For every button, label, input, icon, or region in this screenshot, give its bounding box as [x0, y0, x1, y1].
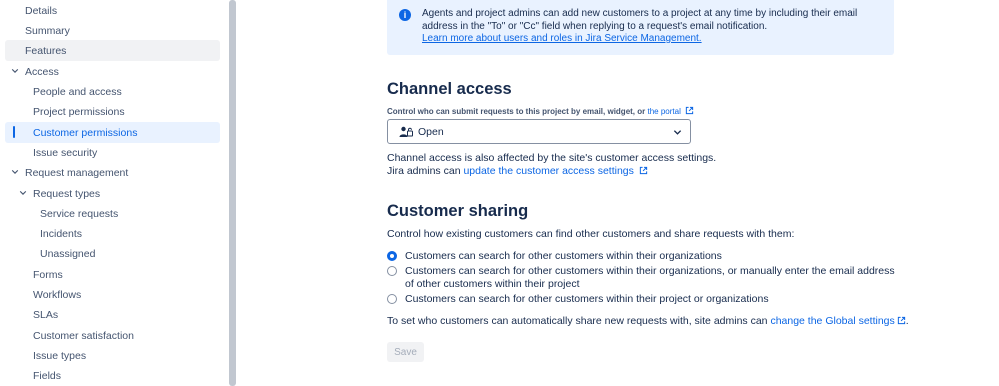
sidebar-item-slas[interactable]: SLAs: [5, 304, 220, 325]
info-icon: i: [399, 9, 411, 21]
sidebar-item-label: Request types: [33, 187, 101, 200]
info-banner: i Agents and project admins can add new …: [387, 0, 894, 55]
sidebar-scrollbar[interactable]: [229, 0, 236, 386]
learn-more-link[interactable]: Learn more about users and roles in Jira…: [422, 33, 702, 44]
sidebar-item-label: Access: [25, 65, 59, 78]
sidebar-item-label: Features: [25, 44, 67, 57]
sidebar-item-label: Unassigned: [40, 247, 96, 260]
global-settings-note: To set who customers can automatically s…: [387, 315, 909, 328]
radio-label: Customers can search for other customers…: [405, 250, 722, 262]
chevron-down-icon[interactable]: [10, 167, 20, 177]
external-link-icon: [685, 106, 694, 115]
sidebar-item-label: Issue security: [33, 146, 98, 159]
update-access-settings-link[interactable]: update the customer access settings: [463, 165, 633, 177]
channel-helper-text: Control who can submit requests to this …: [387, 107, 646, 116]
sidebar-item-incidents[interactable]: Incidents: [5, 223, 220, 244]
info-message: Agents and project admins can add new cu…: [422, 8, 858, 32]
sidebar-item-features[interactable]: Features: [5, 40, 220, 61]
radio-button[interactable]: [387, 294, 397, 304]
period: .: [905, 315, 909, 327]
sidebar-item-label: People and access: [33, 85, 122, 98]
sidebar-item-label: Project permissions: [33, 105, 125, 118]
sidebar-item-fields[interactable]: Fields: [5, 365, 220, 386]
sidebar-item-issue-security[interactable]: Issue security: [5, 142, 220, 163]
sidebar-item-label: Workflows: [33, 288, 82, 301]
sidebar-item-label: Summary: [25, 24, 70, 37]
save-button[interactable]: Save: [387, 342, 424, 362]
sidebar-item-customer-permissions[interactable]: Customer permissions: [5, 122, 220, 143]
channel-note-line2: Jira admins can: [387, 165, 461, 177]
sidebar-item-label: SLAs: [33, 308, 59, 321]
chevron-down-icon[interactable]: [18, 188, 28, 198]
select-value: Open: [418, 125, 444, 138]
channel-access-note: Channel access is also affected by the s…: [387, 152, 716, 178]
sidebar-item-label: Customer permissions: [33, 126, 138, 139]
sidebar-item-details[interactable]: Details: [5, 0, 220, 21]
radio-label: Customers can search for other customers…: [405, 265, 895, 290]
sidebar-item-forms[interactable]: Forms: [5, 264, 220, 285]
radio-label: Customers can search for other customers…: [405, 293, 769, 305]
sidebar-item-issue-types[interactable]: Issue types: [5, 345, 220, 366]
sidebar-item-label: Service requests: [40, 207, 119, 220]
sidebar-item-people-and-access[interactable]: People and access: [5, 81, 220, 102]
info-text: Agents and project admins can add new cu…: [422, 8, 887, 46]
sidebar-item-unassigned[interactable]: Unassigned: [5, 243, 220, 264]
sidebar-item-label: Customer satisfaction: [33, 329, 134, 342]
sidebar-item-label: Details: [25, 4, 58, 17]
sidebar-item-label: Forms: [33, 268, 63, 281]
global-settings-text: To set who customers can automatically s…: [387, 315, 768, 327]
sidebar-item-customer-satisfaction[interactable]: Customer satisfaction: [5, 325, 220, 346]
sharing-option-project-or-organizations[interactable]: Customers can search for other customers…: [387, 293, 895, 306]
sidebar-item-service-requests[interactable]: Service requests: [5, 203, 220, 224]
radio-button[interactable]: [387, 251, 397, 261]
sidebar-item-label: Fields: [33, 369, 62, 382]
sidebar-group-access[interactable]: Access: [5, 61, 220, 82]
selected-indicator: [13, 126, 15, 138]
main-content: i Agents and project admins can add new …: [236, 0, 999, 386]
sidebar-item-label: Incidents: [40, 227, 83, 240]
channel-access-select[interactable]: Open: [387, 119, 691, 144]
sidebar-item-label: Request management: [25, 166, 129, 179]
sidebar-group-request-management[interactable]: Request management: [5, 162, 220, 183]
external-link-icon: [639, 166, 647, 175]
sidebar-item-workflows[interactable]: Workflows: [5, 284, 220, 305]
channel-access-heading: Channel access: [387, 80, 512, 98]
change-global-settings-link[interactable]: change the Global settings: [770, 315, 894, 327]
chevron-down-icon: [673, 130, 682, 135]
chevron-down-icon[interactable]: [10, 66, 20, 76]
external-link-icon: [897, 316, 905, 325]
channel-note-line1: Channel access is also affected by the s…: [387, 152, 717, 164]
people-icon: [399, 126, 413, 137]
sidebar-item-project-permissions[interactable]: Project permissions: [5, 101, 220, 122]
sharing-option-organizations-or-email[interactable]: Customers can search for other customers…: [387, 265, 895, 291]
customer-sharing-intro: Control how existing customers can find …: [387, 228, 795, 240]
radio-button[interactable]: [387, 266, 397, 276]
channel-access-helper: Control who can submit requests to this …: [387, 106, 694, 116]
sharing-option-organizations[interactable]: Customers can search for other customers…: [387, 250, 895, 263]
portal-link[interactable]: the portal: [648, 107, 681, 116]
settings-sidebar: Details Summary Features Access People a…: [0, 0, 226, 386]
customer-sharing-heading: Customer sharing: [387, 202, 529, 220]
sidebar-item-summary[interactable]: Summary: [5, 20, 220, 41]
sidebar-item-label: Issue types: [33, 349, 87, 362]
sidebar-group-request-types[interactable]: Request types: [5, 183, 220, 204]
